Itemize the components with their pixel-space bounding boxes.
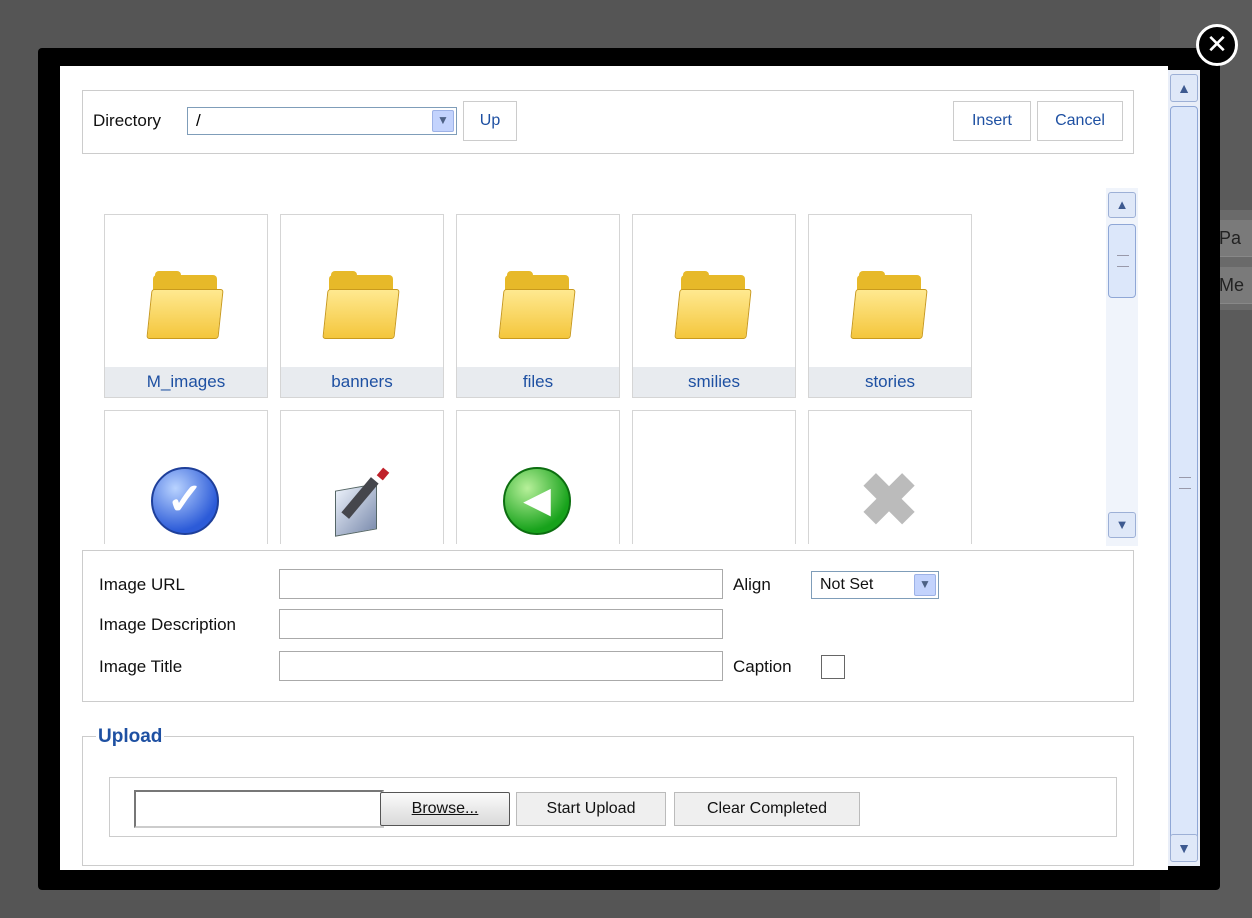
clear-completed-button[interactable]: Clear Completed (674, 792, 860, 826)
cancel-button[interactable]: Cancel (1037, 101, 1123, 141)
upload-legend: Upload (96, 726, 165, 748)
folder-icon (850, 271, 928, 339)
edit-icon (327, 467, 395, 537)
image-title-field[interactable] (279, 651, 723, 681)
check-icon: ✓ (151, 467, 219, 535)
file-grid: M_images banners files smilies stories ✓… (104, 214, 1044, 544)
directory-value: / (196, 111, 201, 130)
insert-button[interactable]: Insert (953, 101, 1031, 141)
browse-button[interactable]: Browse... (380, 792, 510, 826)
chevron-down-icon[interactable]: ▼ (432, 110, 454, 132)
scroll-down-icon[interactable]: ▼ (1108, 512, 1136, 538)
folder-name[interactable]: stories (809, 367, 971, 397)
up-button[interactable]: Up (463, 101, 517, 141)
scrollbar-thumb[interactable] (1108, 224, 1136, 298)
image-tile[interactable]: ◀ (456, 410, 620, 544)
folder-icon (322, 271, 400, 339)
image-tile[interactable] (280, 410, 444, 544)
upload-controls: Browse... Start Upload Clear Completed (109, 777, 1117, 837)
image-tile[interactable]: ✖ (808, 410, 972, 544)
align-select[interactable]: Not Set ▼ (811, 571, 939, 599)
file-path-field[interactable] (134, 790, 384, 828)
image-url-field[interactable] (279, 569, 723, 599)
folder-name[interactable]: smilies (633, 367, 795, 397)
folder-icon (674, 271, 752, 339)
scroll-up-icon[interactable]: ▲ (1170, 74, 1198, 102)
folder-name[interactable]: files (457, 367, 619, 397)
folder-name[interactable]: banners (281, 367, 443, 397)
image-title-label: Image Title (99, 657, 183, 676)
image-manager-dialog: Directory / ▼ Up Insert Cancel M_images … (60, 66, 1168, 870)
folder-tile[interactable]: stories (808, 214, 972, 398)
folder-name[interactable]: M_images (105, 367, 267, 397)
folder-tile[interactable]: banners (280, 214, 444, 398)
directory-bar: Directory / ▼ Up Insert Cancel (82, 90, 1134, 154)
delete-x-icon: ✖ (858, 461, 920, 541)
folder-tile[interactable]: files (456, 214, 620, 398)
back-arrow-icon: ◀ (503, 467, 571, 535)
image-description-label: Image Description (99, 615, 237, 634)
scroll-down-icon[interactable]: ▼ (1170, 834, 1198, 862)
folder-icon (498, 271, 576, 339)
chevron-down-icon[interactable]: ▼ (914, 574, 936, 596)
image-tile[interactable] (632, 410, 796, 544)
image-properties-panel: Image URL Align Not Set ▼ Image Descript… (82, 550, 1134, 702)
directory-label: Directory (93, 111, 162, 130)
image-tile[interactable]: ✓ (104, 410, 268, 544)
folder-tile[interactable]: M_images (104, 214, 268, 398)
align-label: Align (733, 575, 771, 594)
start-upload-button[interactable]: Start Upload (516, 792, 666, 826)
caption-label: Caption (733, 657, 792, 676)
file-grid-scrollbar[interactable]: ▲ ▼ (1106, 188, 1138, 546)
dialog-scrollbar[interactable]: ▲ ▼ (1168, 70, 1200, 866)
upload-fieldset: Browse... Start Upload Clear Completed (82, 736, 1134, 866)
caption-checkbox[interactable] (821, 655, 845, 679)
folder-tile[interactable]: smilies (632, 214, 796, 398)
align-value: Not Set (820, 576, 874, 593)
directory-select[interactable]: / ▼ (187, 107, 457, 135)
image-url-label: Image URL (99, 575, 185, 594)
image-description-field[interactable] (279, 609, 723, 639)
folder-icon (146, 271, 224, 339)
scrollbar-thumb[interactable] (1170, 106, 1198, 858)
close-icon[interactable]: ✕ (1196, 24, 1238, 66)
scroll-up-icon[interactable]: ▲ (1108, 192, 1136, 218)
